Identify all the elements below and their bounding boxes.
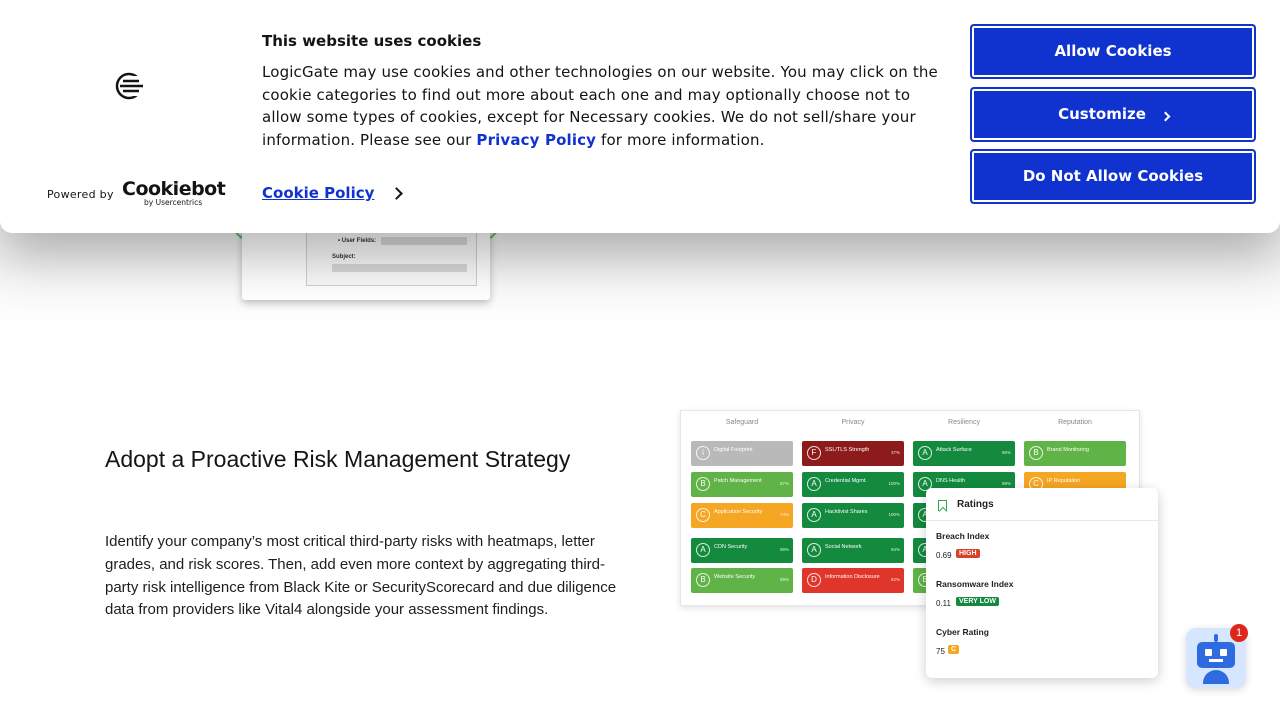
rating-badge: C (948, 645, 960, 654)
grade-percent: 89% (779, 577, 789, 582)
do-not-allow-cookies-button[interactable]: Do Not Allow Cookies (970, 149, 1256, 204)
grade-category: CDN Security (714, 544, 748, 550)
section-body: Identify your company’s most critical th… (105, 533, 617, 619)
grade-percent: 74% (779, 512, 789, 517)
grade-percent: 100% (888, 481, 900, 486)
risk-grade-tile: C Application Security 74% (691, 503, 793, 528)
grade-category: DNS Health (936, 478, 966, 484)
customize-button[interactable]: Customize (970, 87, 1256, 142)
grade-letter: A (807, 477, 821, 491)
grade-category: Attack Surface (936, 447, 972, 453)
rating-label: Ransomware Index (936, 579, 1014, 589)
risk-grade-tile: i Digital Footprint (691, 441, 793, 466)
risk-grade-tile: A CDN Security 98% (691, 538, 793, 563)
grade-letter: F (807, 446, 821, 460)
chevron-right-icon[interactable] (390, 187, 403, 200)
allow-cookies-label: Allow Cookies (1054, 42, 1172, 60)
deny-cookies-label: Do Not Allow Cookies (1022, 167, 1204, 185)
logicgate-logo-icon (115, 72, 143, 100)
rating-label: Cyber Rating (936, 627, 989, 637)
form-subject-label: Subject: (332, 254, 356, 260)
grade-letter: A (807, 543, 821, 557)
robot-mouth-icon (1209, 659, 1223, 662)
grade-category: Information Disclosure (825, 574, 880, 580)
risk-grade-tile: A Attack Surface 96% (913, 441, 1015, 466)
rating-badge: VERY LOW (956, 597, 999, 606)
grade-letter: B (696, 573, 710, 587)
form-field-bar (332, 264, 467, 272)
grade-letter: A (918, 446, 932, 460)
grade-category: Brand Monitoring (1047, 447, 1089, 453)
risk-grade-tile: B Patch Management 87% (691, 472, 793, 497)
grade-letter: B (1029, 446, 1043, 460)
cookie-description: LogicGate may use cookies and other tech… (262, 61, 947, 152)
grade-category: Hacktivist Shares (825, 509, 868, 515)
grade-category: Credential Mgmt. (825, 478, 867, 484)
form-user-fields-label: • User Fields: (338, 238, 377, 244)
risk-grade-tile: B Website Security 89% (691, 568, 793, 593)
cookiebot-sub-label: by Usercentrics (144, 198, 203, 207)
privacy-policy-link[interactable]: Privacy Policy (476, 131, 596, 149)
risk-grade-tile: F SSL/TLS Strength 37% (802, 441, 904, 466)
rating-value: 0.11 (936, 599, 951, 608)
grid-column-header: Resiliency (948, 419, 980, 426)
grade-letter: A (696, 543, 710, 557)
grade-letter: B (696, 477, 710, 491)
risk-grade-tile: A Social Network 94% (802, 538, 904, 563)
cookie-banner: Powered by Cookiebot by Usercentrics Thi… (0, 0, 1280, 233)
grade-category: Social Network (825, 544, 862, 550)
robot-eye-icon (1220, 649, 1227, 656)
cookiebot-branding[interactable]: Powered by Cookiebot by Usercentrics (47, 178, 226, 209)
grade-percent: 87% (779, 481, 789, 486)
grid-column-header: Privacy (841, 419, 865, 426)
grade-category: Digital Footprint (714, 447, 753, 453)
grid-column-header: Reputation (1058, 419, 1092, 426)
customize-label: Customize (1058, 105, 1146, 123)
grade-percent: 62% (890, 577, 900, 582)
rating-value: 75 (936, 647, 945, 656)
grade-category: Application Security (714, 509, 763, 515)
grade-percent: 98% (779, 547, 789, 552)
form-field-bar (381, 237, 467, 245)
grade-category: IP Reputation (1047, 478, 1081, 484)
grade-category: Website Security (714, 574, 756, 580)
allow-cookies-button[interactable]: Allow Cookies (970, 24, 1256, 79)
grade-percent: 94% (890, 547, 900, 552)
risk-grade-tile: A Credential Mgmt. 100% (802, 472, 904, 497)
grade-letter: i (696, 446, 710, 460)
robot-icon (1214, 634, 1218, 642)
grade-percent: 96% (1001, 450, 1011, 455)
section-title: Adopt a Proactive Risk Management Strate… (105, 446, 571, 472)
grade-letter: C (696, 508, 710, 522)
cookie-policy-link[interactable]: Cookie Policy (262, 184, 374, 202)
robot-body-icon (1203, 670, 1229, 684)
robot-eye-icon (1205, 649, 1212, 656)
grade-category: SSL/TLS Strength (825, 447, 870, 453)
ratings-title: Ratings (957, 499, 994, 510)
cookie-description-tail: for more information. (596, 131, 765, 150)
rating-value: 0.69 (936, 551, 952, 560)
risk-grade-tile: A Hacktivist Shares 100% (802, 503, 904, 528)
grade-letter: D (807, 573, 821, 587)
ratings-card: Ratings Breach Index 0.69 HIGH Ransomwar… (926, 488, 1158, 678)
grade-percent: 37% (890, 450, 900, 455)
ratings-header: Ratings (926, 488, 1158, 521)
cookie-title: This website uses cookies (262, 32, 482, 50)
risk-grade-tile: D Information Disclosure 62% (802, 568, 904, 593)
powered-by-label: Powered by (47, 188, 114, 201)
grid-column-header: Safeguard (725, 419, 759, 426)
grade-category: Patch Management (714, 478, 762, 484)
rating-label: Breach Index (936, 531, 990, 541)
rating-badge: HIGH (956, 549, 980, 558)
risk-grade-tile: B Brand Monitoring (1024, 441, 1126, 466)
grade-percent: 98% (1001, 481, 1011, 486)
grade-percent: 100% (888, 512, 900, 517)
grade-letter: A (807, 508, 821, 522)
bookmark-icon (938, 500, 947, 511)
chevron-right-icon (1160, 111, 1171, 122)
cookiebot-logo: Cookiebot (122, 178, 226, 200)
robot-head-icon (1197, 642, 1235, 668)
notification-badge: 1 (1230, 624, 1248, 642)
